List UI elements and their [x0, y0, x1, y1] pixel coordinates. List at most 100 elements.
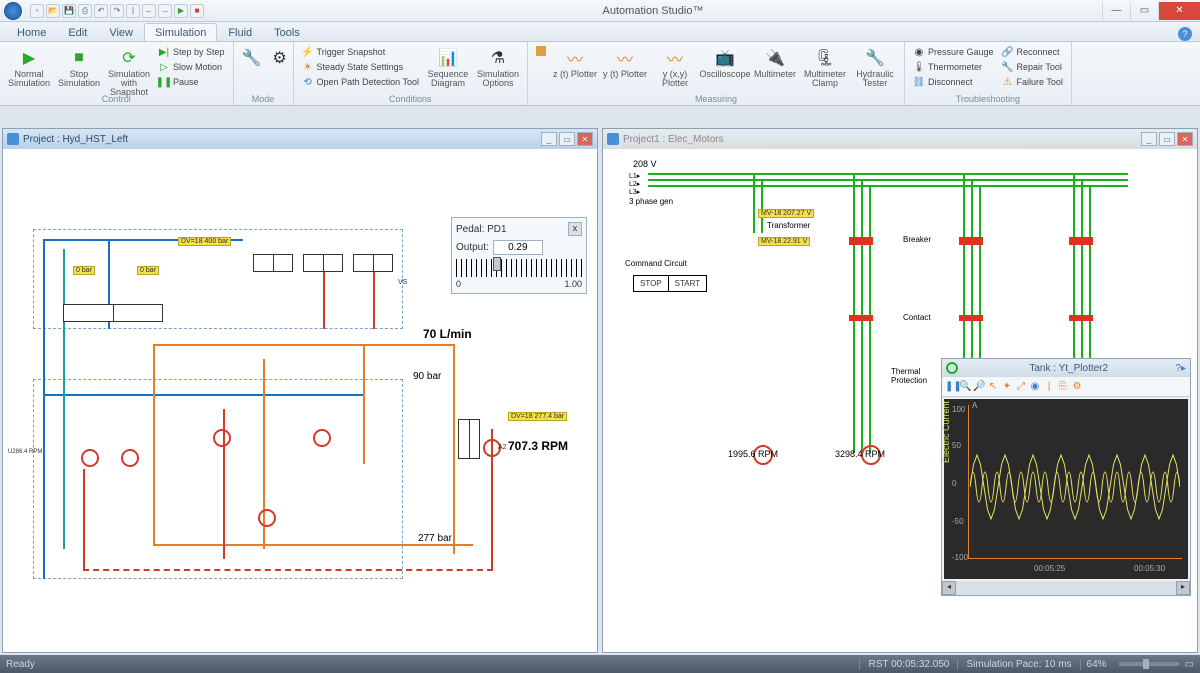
zoom-icon[interactable]: ▭ — [1185, 659, 1194, 670]
breaker-mark — [959, 237, 983, 245]
sun-icon: ☀ — [302, 61, 314, 73]
rpm-reading: 707.3 RPM — [508, 439, 568, 453]
maximize-button[interactable]: ▭ — [1130, 2, 1158, 20]
electrical-canvas[interactable]: 208 V 3 phase gen L1▸L2▸L3▸ — [603, 149, 1197, 652]
qat-fwd-icon[interactable]: → — [158, 4, 172, 18]
status-zoom: 64% — [1080, 659, 1113, 670]
qat-new-icon[interactable]: ▫ — [30, 4, 44, 18]
titlebar: ▫ 📂 💾 ⎙ ↶ ↷ | ← → ▶ ■ Automation Studio™… — [0, 0, 1200, 22]
color-picker-1[interactable] — [534, 45, 548, 57]
window-titlebar-left[interactable]: Project : Hyd_HST_Left _ ▭ ✕ — [3, 129, 597, 149]
tab-view[interactable]: View — [98, 23, 144, 41]
steady-state-button[interactable]: ☀Steady State Settings — [300, 60, 421, 74]
disconnect-button[interactable]: ⛓Disconnect — [911, 75, 996, 89]
scroll-left-icon[interactable]: ◂ — [942, 581, 956, 595]
zoom-slider[interactable] — [1119, 662, 1179, 666]
pause-icon[interactable]: ❚❚ — [945, 381, 957, 392]
mdi-client: Project : Hyd_HST_Left _ ▭ ✕ — [0, 126, 1200, 655]
valve-3[interactable] — [353, 254, 393, 272]
valve-prop[interactable] — [458, 419, 480, 459]
motor-1[interactable] — [213, 429, 231, 447]
step-by-step-button[interactable]: ▶|Step by Step — [156, 45, 227, 59]
ribbon-group-conditions: ⚡Trigger Snapshot ☀Steady State Settings… — [294, 42, 528, 105]
qat-undo-icon[interactable]: ↶ — [94, 4, 108, 18]
pump-2[interactable] — [121, 449, 139, 467]
tab-fluid[interactable]: Fluid — [217, 23, 263, 41]
window-titlebar-right[interactable]: Project1 : Elec_Motors _ ▭ ✕ — [603, 129, 1197, 149]
pedal-slider[interactable] — [456, 259, 582, 277]
clamp-icon: 🗜 — [813, 46, 837, 70]
qat-print-icon[interactable]: ⎙ — [78, 4, 92, 18]
ribbon-tabs: Home Edit View Simulation Fluid Tools ? — [0, 22, 1200, 42]
stop-button[interactable]: STOP — [634, 276, 669, 291]
qat-stop-icon[interactable]: ■ — [190, 4, 204, 18]
qat-redo-icon[interactable]: ↷ — [110, 4, 124, 18]
slider-thumb[interactable] — [493, 257, 501, 271]
tab-edit[interactable]: Edit — [57, 23, 98, 41]
zoom-out-icon[interactable]: 🔎 — [973, 381, 985, 392]
thermometer-button[interactable]: 🌡Thermometer — [911, 60, 996, 74]
status-bar: Ready RST 00:05:32.050 Simulation Pace: … — [0, 655, 1200, 673]
pedal-output-label: Output: — [456, 242, 489, 253]
settings-icon[interactable]: ⚙ — [1071, 381, 1083, 392]
max-button[interactable]: ▭ — [559, 132, 575, 146]
motor-3[interactable] — [258, 509, 276, 527]
help-icon[interactable]: ? — [1178, 27, 1192, 41]
ribbon-group-mode: 🔧 ⚙ Mode — [234, 42, 294, 105]
y-axis-label: Electric Current — [941, 401, 951, 463]
cursor-icon[interactable]: ↖ — [987, 381, 999, 392]
plotter-scrollbar[interactable]: ◂ ▸ — [942, 581, 1190, 595]
valve-2[interactable] — [303, 254, 343, 272]
hydraulic-canvas[interactable]: DV=18 400 bar 0 bar 0 bar DV=18 277.4 ba… — [3, 149, 597, 652]
fit-icon[interactable]: ⤢ — [1015, 381, 1027, 392]
tab-home[interactable]: Home — [6, 23, 57, 41]
qat-open-icon[interactable]: 📂 — [46, 4, 60, 18]
min-button[interactable]: _ — [541, 132, 557, 146]
slow-icon: ▷ — [158, 61, 170, 73]
pedal-close-button[interactable]: x — [568, 222, 582, 236]
tab-tools[interactable]: Tools — [263, 23, 311, 41]
y-axis — [968, 405, 969, 559]
hyd-line — [63, 249, 65, 549]
grid-icon[interactable]: ◉ — [1029, 381, 1041, 392]
minimize-button[interactable]: — — [1102, 2, 1130, 20]
max-button[interactable]: ▭ — [1159, 132, 1175, 146]
breaker-mark — [849, 237, 873, 245]
trigger-snapshot-button[interactable]: ⚡Trigger Snapshot — [300, 45, 421, 59]
leftmotor-label: U286.4 RPM — [8, 449, 42, 455]
project-icon — [607, 133, 619, 145]
qat-play-icon[interactable]: ▶ — [174, 4, 188, 18]
reconnect-button[interactable]: 🔗Reconnect — [1000, 45, 1065, 59]
valve-1[interactable] — [253, 254, 293, 272]
zoom-in-icon[interactable]: 🔍 — [959, 381, 971, 392]
slow-motion-button[interactable]: ▷Slow Motion — [156, 60, 227, 74]
close-button[interactable]: ✕ — [1158, 2, 1200, 20]
valve-main[interactable] — [63, 304, 163, 322]
export-icon[interactable]: ⎘ — [1057, 381, 1069, 392]
scroll-right-icon[interactable]: ▸ — [1176, 581, 1190, 595]
next-icon[interactable]: ▸ — [1181, 363, 1186, 374]
close-button[interactable]: ✕ — [577, 132, 593, 146]
pedal-output-input[interactable] — [493, 240, 543, 255]
pump-1[interactable] — [81, 449, 99, 467]
reconnect-icon: 🔗 — [1002, 46, 1014, 58]
qat-save-icon[interactable]: 💾 — [62, 4, 76, 18]
repair-tool-button[interactable]: 🔧Repair Tool — [1000, 60, 1065, 74]
pressure-gauge-button[interactable]: ◉Pressure Gauge — [911, 45, 996, 59]
failure-tool-button[interactable]: ⚠Failure Tool — [1000, 75, 1065, 89]
start-button[interactable]: START — [669, 276, 706, 291]
motor-2[interactable] — [313, 429, 331, 447]
open-path-button[interactable]: ⟲Open Path Detection Tool — [300, 75, 421, 89]
hyd-line — [153, 344, 155, 544]
plotter-titlebar[interactable]: Tank : Yt_Plotter2 ? ▸ — [942, 359, 1190, 377]
marker-icon[interactable]: ✦ — [1001, 381, 1013, 392]
qat-back-icon[interactable]: ← — [142, 4, 156, 18]
ribbon-group-measuring: 〰z (t) Plotter 〰y (t) Plotter 〰y (x,y) P… — [528, 42, 905, 105]
window-title-right: Project1 : Elec_Motors — [623, 134, 724, 145]
close-button[interactable]: ✕ — [1177, 132, 1193, 146]
min-button[interactable]: _ — [1141, 132, 1157, 146]
tab-simulation[interactable]: Simulation — [144, 23, 217, 41]
flow-reading: 70 L/min — [423, 327, 472, 341]
plot-area[interactable]: Electric Current A 100 50 0 -50 -100 00:… — [944, 399, 1188, 579]
pause-button[interactable]: ❚❚Pause — [156, 75, 227, 89]
